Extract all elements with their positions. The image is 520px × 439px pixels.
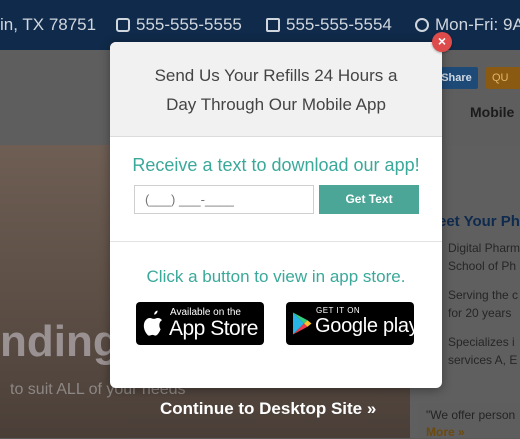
phone-icon <box>116 18 130 32</box>
google-play-label: Google play <box>315 315 419 337</box>
sms-heading: Receive a text to download our app! <box>132 155 420 175</box>
address-text: in, TX 78751 <box>0 15 97 34</box>
modal-title-line-2: Day Through Our Mobile App <box>166 95 386 114</box>
hours-text: Mon-Fri: 9A <box>435 15 520 34</box>
nav-item-mobile[interactable]: Mobile <box>470 104 514 120</box>
phone-link[interactable]: 555-555-5555 <box>116 15 242 35</box>
modal-title-line-1: Send Us Your Refills 24 Hours a <box>154 66 398 85</box>
fax-link[interactable]: 555-555-5554 <box>266 15 392 35</box>
sidebar-title: eet Your Ph <box>438 213 520 230</box>
modal-header: Send Us Your Refills 24 Hours a Day Thro… <box>110 42 442 137</box>
quote-button[interactable]: QU <box>486 67 520 89</box>
app-store-button[interactable]: Available on the App Store <box>136 302 264 345</box>
sidebar-line: Specializes i <box>448 335 515 349</box>
hours-info: Mon-Fri: 9A <box>415 15 520 35</box>
testimonial-quote: "We offer person <box>426 408 516 422</box>
close-icon: × <box>437 33 447 49</box>
hero-heading: nding <box>0 317 120 366</box>
sidebar-line: for 20 years <box>448 306 512 320</box>
get-text-button[interactable]: Get Text <box>319 185 419 214</box>
close-modal-button[interactable]: × <box>432 32 452 52</box>
sidebar-line: Serving the c <box>448 288 519 302</box>
app-store-label: App Store <box>169 317 258 340</box>
more-link[interactable]: More » <box>426 425 465 439</box>
app-download-modal: Send Us Your Refills 24 Hours a Day Thro… <box>110 42 442 388</box>
google-play-icon <box>293 312 312 335</box>
sidebar-line: School of Ph <box>448 259 517 273</box>
section-divider <box>110 241 442 242</box>
google-play-caption: GET IT ON <box>316 306 361 315</box>
store-heading: Click a button to view in app store. <box>146 267 406 286</box>
testimonial-box: "We offer person More » <box>418 403 520 439</box>
apple-icon <box>143 310 162 336</box>
phone-number-2: 555-555-5554 <box>286 15 392 34</box>
clock-icon <box>415 18 429 32</box>
phone-number-input[interactable] <box>134 185 314 214</box>
sidebar-line: services A, E <box>448 353 518 367</box>
phone-number-1: 555-555-5555 <box>136 15 242 34</box>
modal-title: Send Us Your Refills 24 Hours a Day Thro… <box>110 61 442 119</box>
google-play-button[interactable]: GET IT ON Google play <box>286 302 419 345</box>
sidebar-line: Digital Pharm <box>448 241 520 255</box>
fax-icon <box>266 18 280 32</box>
continue-to-desktop-link[interactable]: Continue to Desktop Site » <box>160 399 376 419</box>
